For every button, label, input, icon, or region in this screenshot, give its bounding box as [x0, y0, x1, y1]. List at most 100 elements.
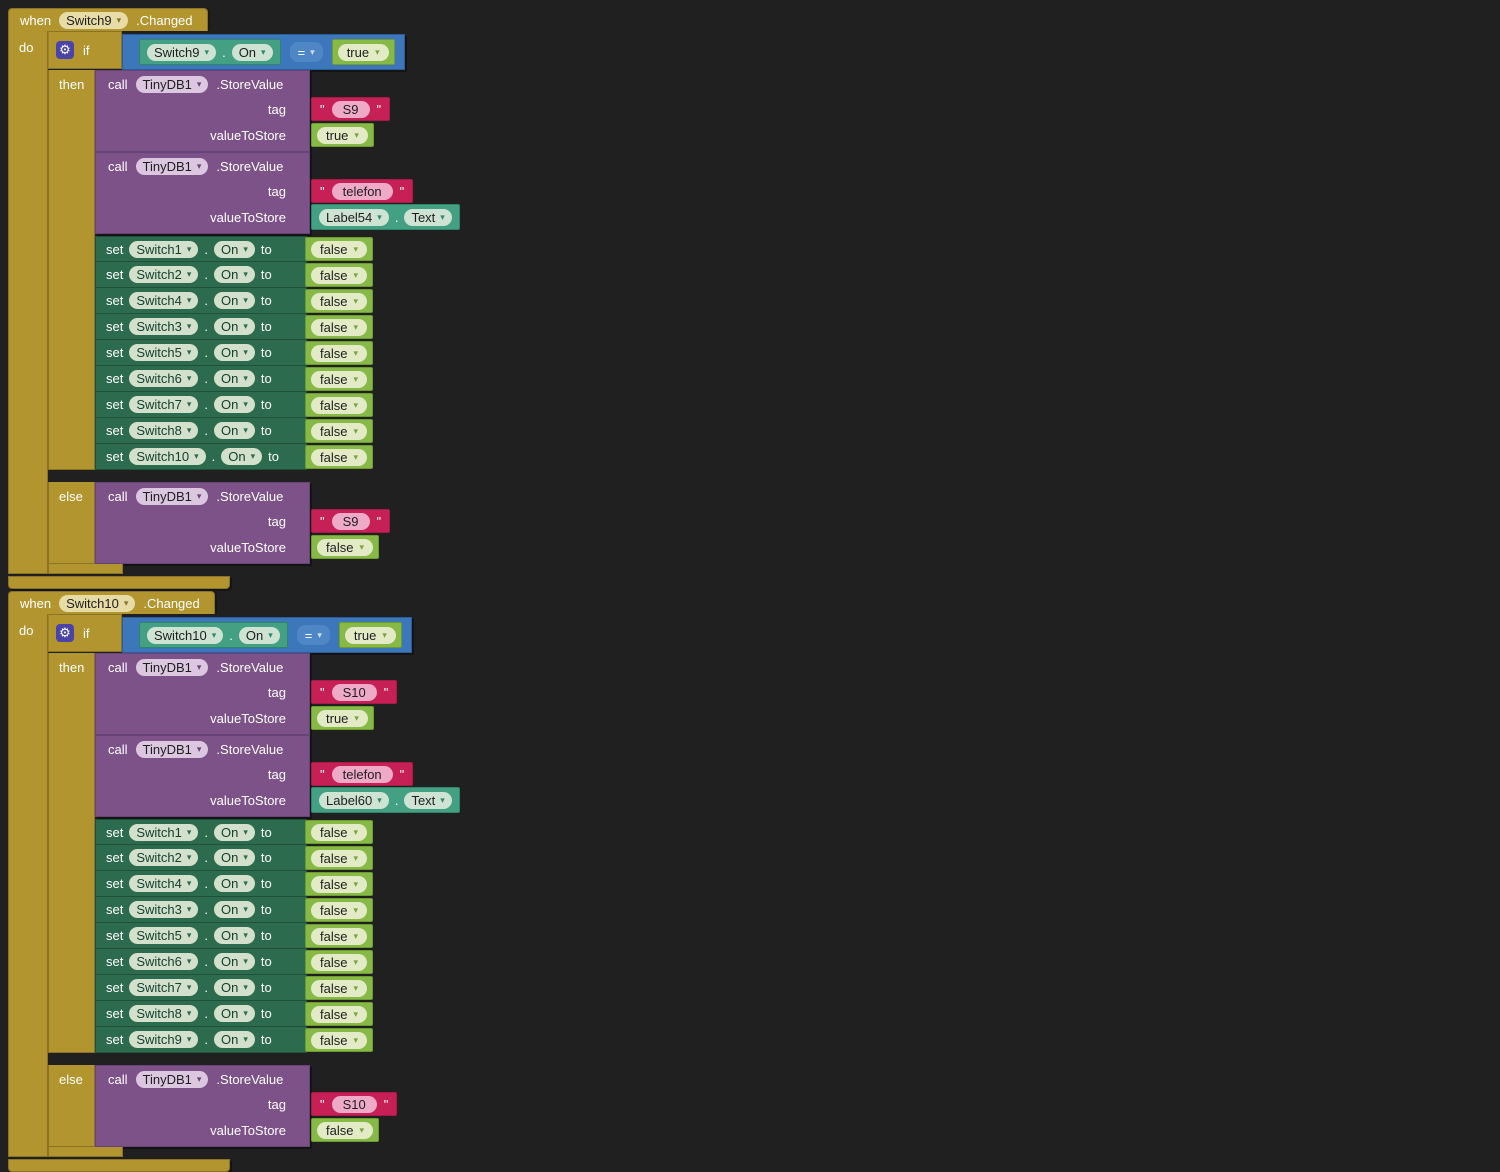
operator-dropdown[interactable]: = ▾ [290, 42, 323, 62]
text-string-block[interactable]: " telefon " [311, 179, 413, 203]
component-dropdown[interactable]: Switch1 ▾ [129, 241, 198, 258]
when-event-header[interactable]: when Switch9 ▾ .Changed [8, 8, 208, 31]
equals-comparison-block[interactable]: Switch10 ▾ . On ▾ = ▾ [122, 617, 412, 653]
property-dropdown[interactable]: On ▾ [214, 370, 255, 387]
set-property-block[interactable]: set Switch6 ▾ . On ▾ [95, 949, 373, 975]
component-getter-block[interactable]: Label54 ▾ . Text ▾ [311, 204, 460, 230]
logic-false-block[interactable]: false ▾ [305, 419, 373, 443]
call-storevalue-block[interactable]: call TinyDB1 ▾ .StoreValue tag " [95, 70, 310, 152]
component-getter-block[interactable]: Switch10 ▾ . On ▾ [139, 622, 288, 648]
logic-false-block[interactable]: false ▾ [305, 289, 373, 313]
component-dropdown[interactable]: Switch10 ▾ [59, 595, 135, 612]
logic-true-block[interactable]: true ▾ [332, 39, 395, 65]
component-dropdown[interactable]: TinyDB1 ▾ [136, 76, 209, 93]
set-property-block[interactable]: set Switch2 ▾ . On ▾ [95, 262, 373, 288]
call-storevalue-block[interactable]: call TinyDB1 ▾ .StoreValue tag " [95, 735, 310, 817]
call-storevalue-block[interactable]: call TinyDB1 ▾ .StoreValue tag " [95, 482, 310, 564]
set-property-block[interactable]: set Switch7 ▾ . On ▾ [95, 392, 373, 418]
operator-dropdown[interactable]: = ▾ [297, 625, 330, 645]
call-storevalue-block[interactable]: call TinyDB1 ▾ .StoreValue tag " [95, 653, 310, 735]
set-property-block[interactable]: set Switch4 ▾ . On ▾ [95, 871, 373, 897]
logic-false-block[interactable]: false ▾ [305, 898, 373, 922]
logic-false-block[interactable]: false ▾ [305, 341, 373, 365]
logic-false-block[interactable]: false ▾ [305, 263, 373, 287]
set-property-block[interactable]: set Switch4 ▾ . On ▾ [95, 288, 373, 314]
property-dropdown[interactable]: On ▾ [214, 292, 255, 309]
logic-false-block[interactable]: false ▾ [305, 872, 373, 896]
component-dropdown[interactable]: Switch3 ▾ [129, 318, 198, 335]
text-value[interactable]: S10 [332, 1096, 377, 1113]
if-then-else-block[interactable]: ⚙ if Switch9 ▾ . On ▾ [48, 31, 405, 574]
property-dropdown[interactable]: On ▾ [214, 849, 255, 866]
text-string-block[interactable]: " S10 " [311, 680, 397, 704]
component-dropdown[interactable]: Label54 ▾ [319, 209, 389, 226]
set-property-block[interactable]: set Switch1 ▾ . On ▾ [95, 236, 373, 262]
component-dropdown[interactable]: Label60 ▾ [319, 792, 389, 809]
component-dropdown[interactable]: TinyDB1 ▾ [136, 659, 209, 676]
text-string-block[interactable]: " S9 " [311, 97, 390, 121]
call-storevalue-block[interactable]: call TinyDB1 ▾ .StoreValue tag " [95, 1065, 310, 1147]
set-property-block[interactable]: set Switch8 ▾ . On ▾ [95, 1001, 373, 1027]
component-dropdown[interactable]: TinyDB1 ▾ [136, 488, 209, 505]
property-dropdown[interactable]: On ▾ [239, 627, 280, 644]
logic-false-block[interactable]: false ▾ [305, 1028, 373, 1052]
text-string-block[interactable]: " S10 " [311, 1092, 397, 1116]
component-dropdown[interactable]: TinyDB1 ▾ [136, 741, 209, 758]
set-property-block[interactable]: set Switch5 ▾ . On ▾ [95, 923, 373, 949]
property-dropdown[interactable]: On ▾ [214, 396, 255, 413]
property-dropdown[interactable]: On ▾ [214, 979, 255, 996]
if-then-else-block[interactable]: ⚙ if Switch10 ▾ . On ▾ [48, 614, 412, 1157]
set-property-block[interactable]: set Switch2 ▾ . On ▾ [95, 845, 373, 871]
property-dropdown[interactable]: On ▾ [214, 824, 255, 841]
logic-true-block[interactable]: true ▾ [339, 622, 402, 648]
logic-false-block[interactable]: false ▾ [305, 846, 373, 870]
component-dropdown[interactable]: Switch6 ▾ [129, 953, 198, 970]
component-dropdown[interactable]: Switch7 ▾ [129, 979, 198, 996]
component-getter-block[interactable]: Switch9 ▾ . On ▾ [139, 39, 281, 65]
property-dropdown[interactable]: On ▾ [214, 318, 255, 335]
logic-false-block[interactable]: false ▾ [305, 445, 373, 469]
property-dropdown[interactable]: Text ▾ [404, 209, 451, 226]
when-event-header[interactable]: when Switch10 ▾ .Changed [8, 591, 215, 614]
text-value[interactable]: S10 [332, 684, 377, 701]
component-dropdown[interactable]: TinyDB1 ▾ [136, 1071, 209, 1088]
component-dropdown[interactable]: Switch2 ▾ [129, 849, 198, 866]
set-property-block[interactable]: set Switch3 ▾ . On ▾ [95, 314, 373, 340]
text-value[interactable]: S9 [332, 513, 370, 530]
call-storevalue-block[interactable]: call TinyDB1 ▾ .StoreValue tag " [95, 152, 310, 234]
property-dropdown[interactable]: On ▾ [214, 953, 255, 970]
property-dropdown[interactable]: On ▾ [214, 266, 255, 283]
when-switch10-changed-block[interactable]: when Switch10 ▾ .Changed do ⚙ if Switch1… [8, 591, 412, 1172]
mutator-gear-icon[interactable]: ⚙ [56, 41, 74, 59]
text-string-block[interactable]: " telefon " [311, 762, 413, 786]
set-property-block[interactable]: set Switch5 ▾ . On ▾ [95, 340, 373, 366]
property-dropdown[interactable]: On ▾ [214, 241, 255, 258]
logic-false-block[interactable]: false ▾ [305, 820, 373, 844]
text-value[interactable]: telefon [332, 183, 393, 200]
property-dropdown[interactable]: On ▾ [214, 875, 255, 892]
component-dropdown[interactable]: Switch8 ▾ [129, 1005, 198, 1022]
component-dropdown[interactable]: Switch6 ▾ [129, 370, 198, 387]
set-property-block[interactable]: set Switch10 ▾ . On ▾ [95, 444, 373, 470]
property-dropdown[interactable]: On ▾ [214, 422, 255, 439]
component-dropdown[interactable]: Switch7 ▾ [129, 396, 198, 413]
text-string-block[interactable]: " S9 " [311, 509, 390, 533]
text-value[interactable]: S9 [332, 101, 370, 118]
logic-false-block[interactable]: false ▾ [305, 237, 373, 261]
logic-true-block[interactable]: true ▾ [311, 123, 374, 147]
component-dropdown[interactable]: Switch5 ▾ [129, 927, 198, 944]
component-dropdown[interactable]: Switch4 ▾ [129, 292, 198, 309]
when-switch9-changed-block[interactable]: when Switch9 ▾ .Changed do ⚙ if Switch9 [8, 8, 405, 589]
logic-false-block[interactable]: false ▾ [305, 315, 373, 339]
component-dropdown[interactable]: Switch2 ▾ [129, 266, 198, 283]
property-dropdown[interactable]: On ▾ [221, 448, 262, 465]
logic-false-block[interactable]: false ▾ [305, 367, 373, 391]
set-property-block[interactable]: set Switch3 ▾ . On ▾ [95, 897, 373, 923]
logic-false-block[interactable]: false ▾ [311, 1118, 379, 1142]
property-dropdown[interactable]: On ▾ [214, 901, 255, 918]
logic-false-block[interactable]: false ▾ [311, 535, 379, 559]
component-dropdown[interactable]: Switch9 ▾ [147, 44, 216, 61]
logic-false-block[interactable]: false ▾ [305, 393, 373, 417]
component-dropdown[interactable]: Switch8 ▾ [129, 422, 198, 439]
logic-true-block[interactable]: true ▾ [311, 706, 374, 730]
